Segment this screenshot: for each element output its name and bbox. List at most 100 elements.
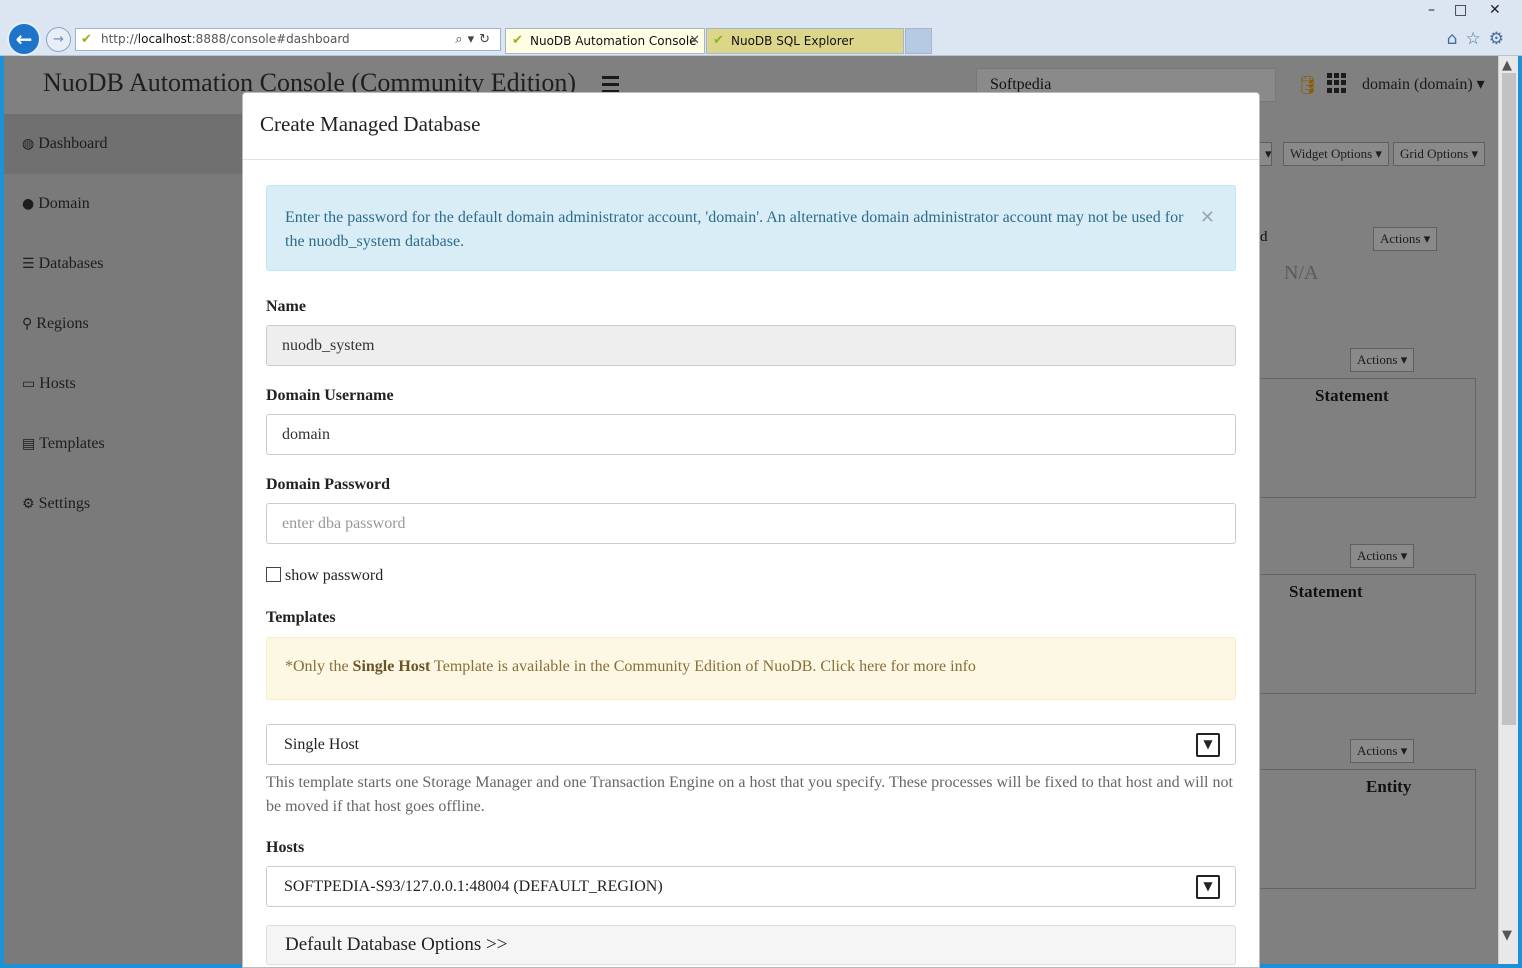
sidebar-item-templates[interactable]: ▤ Templates: [4, 414, 242, 474]
sidebar-item-domain[interactable]: ● Domain: [4, 174, 242, 234]
chevron-down-icon[interactable]: ▼: [1196, 733, 1220, 757]
column-header-statement: Statement: [1315, 386, 1389, 405]
star-icon[interactable]: ☆: [1466, 29, 1489, 49]
show-password-checkbox[interactable]: show password: [266, 567, 383, 585]
actions-button[interactable]: Actions ▾: [1373, 227, 1438, 251]
name-label: Name: [266, 298, 306, 315]
hosts-label: Hosts: [266, 839, 305, 856]
user-menu[interactable]: domain (domain) ▾: [1362, 74, 1485, 94]
sidebar-item-label: Regions: [36, 315, 89, 332]
home-icon[interactable]: ⌂: [1447, 29, 1466, 49]
back-button[interactable]: ←: [7, 22, 41, 56]
column-header-statement: Statement: [1289, 582, 1363, 601]
accordion-label: Default Database Options >>: [285, 934, 508, 955]
tab-automation-console[interactable]: ✔ NuoDB Automation Console ✕: [505, 28, 705, 54]
hidden-dropdown-button[interactable]: ▾: [1258, 142, 1272, 166]
maximize-icon[interactable]: □: [1454, 2, 1467, 18]
user-menu-label: domain (domain): [1362, 76, 1473, 93]
name-field: nuodb_system: [266, 325, 1236, 366]
sidebar-item-dashboard[interactable]: ◍ Dashboard: [4, 114, 242, 174]
close-tab-icon[interactable]: ✕: [689, 29, 700, 53]
info-alert-text: Enter the password for the default domai…: [285, 209, 1184, 250]
password-label: Domain Password: [266, 476, 391, 493]
template-help-text: This template starts one Storage Manager…: [266, 774, 1233, 815]
grid-options-label: Grid Options: [1400, 146, 1469, 161]
hosts-selected: SOFTPEDIA-S93/127.0.0.1:48004 (DEFAULT_R…: [284, 878, 663, 895]
password-field[interactable]: enter dba password: [266, 503, 1236, 544]
address-tools[interactable]: ⌕▾↻: [455, 29, 495, 50]
widget-options-label: Widget Options: [1290, 146, 1373, 161]
templates-label: Templates: [266, 609, 336, 626]
scrollbar-thumb[interactable]: [1502, 73, 1516, 725]
apps-grid-icon[interactable]: [1327, 73, 1347, 93]
warn-prefix: *Only the: [285, 658, 353, 675]
create-database-modal: Create Managed Database Enter the passwo…: [242, 92, 1260, 968]
default-options-toggle[interactable]: Default Database Options >>: [266, 925, 1236, 965]
close-window-icon[interactable]: ✕: [1489, 2, 1501, 18]
scroll-down-icon[interactable]: ▼: [1502, 928, 1512, 943]
actions-label: Actions: [1357, 743, 1398, 758]
url-rest: :8888/console#dashboard: [191, 32, 350, 46]
template-selected: Single Host: [284, 736, 360, 753]
widget-options-button[interactable]: Widget Options ▾: [1283, 142, 1389, 166]
actions-label: Actions: [1380, 231, 1421, 246]
sidebar-item-hosts[interactable]: ▭ Hosts: [4, 354, 242, 414]
database-icon[interactable]: 🛢: [1296, 75, 1319, 96]
favicon-icon: ✔: [512, 33, 523, 48]
monitor-icon: ▭: [22, 376, 36, 392]
info-alert: Enter the password for the default domai…: [266, 185, 1236, 271]
sidebar-item-label: Dashboard: [38, 135, 108, 152]
modal-title: Create Managed Database: [260, 112, 481, 136]
database-icon: ☰: [22, 256, 35, 272]
sidebar-item-settings[interactable]: ⚙ Settings: [4, 474, 242, 534]
grid-options-button[interactable]: Grid Options ▾: [1393, 142, 1486, 166]
sidebar-item-label: Templates: [39, 435, 105, 452]
favicon-icon: ✔: [81, 32, 92, 47]
gear-icon[interactable]: ⚙: [1489, 29, 1512, 49]
column-header-entity: Entity: [1366, 777, 1412, 796]
tab-title: NuoDB Automation Console: [530, 34, 697, 48]
url-prefix: http://: [101, 32, 138, 46]
warn-suffix: Template is available in the Community E…: [430, 658, 976, 675]
toolbar-icons: ⌂☆⚙: [1447, 29, 1512, 49]
address-bar[interactable]: ✔ http://localhost:8888/console#dashboar…: [75, 28, 501, 51]
url-host: localhost: [137, 32, 192, 46]
actions-label: Actions: [1357, 352, 1398, 367]
tab-sql-explorer[interactable]: ✔ NuoDB SQL Explorer: [706, 28, 904, 54]
sidebar-item-label: Settings: [38, 495, 91, 512]
dashboard-icon: ◍: [22, 136, 35, 152]
na-value: N/A: [1284, 262, 1319, 284]
forward-button[interactable]: →: [46, 27, 71, 52]
file-icon: ▤: [22, 436, 36, 452]
scroll-up-icon[interactable]: ▲: [1502, 58, 1512, 73]
sidebar: ◍ Dashboard ● Domain ☰ Databases ⚲ Regions ▭…: [4, 114, 242, 964]
page-scrollbar[interactable]: ▲ ▼: [1498, 56, 1518, 964]
checkbox-box[interactable]: [266, 567, 281, 582]
username-label: Domain Username: [266, 387, 394, 404]
close-icon[interactable]: ✕: [1200, 206, 1215, 230]
favicon-icon: ✔: [713, 33, 724, 48]
sidebar-item-label: Databases: [38, 255, 104, 272]
template-select[interactable]: Single Host ▼: [266, 724, 1236, 765]
widget-header-fragment: d: [1260, 229, 1268, 245]
modal-header: Create Managed Database: [243, 93, 1259, 160]
actions-button[interactable]: Actions ▾: [1350, 544, 1415, 568]
hosts-select[interactable]: SOFTPEDIA-S93/127.0.0.1:48004 (DEFAULT_R…: [266, 866, 1236, 907]
actions-button[interactable]: Actions ▾: [1350, 739, 1415, 763]
username-field[interactable]: domain: [266, 414, 1236, 455]
sidebar-item-databases[interactable]: ☰ Databases: [4, 234, 242, 294]
show-password-label: show password: [285, 567, 384, 584]
map-marker-icon: ⚲: [22, 316, 33, 332]
minimize-icon[interactable]: –: [1428, 2, 1435, 18]
sidebar-item-regions[interactable]: ⚲ Regions: [4, 294, 242, 354]
browser-chrome: ← → ✔ http://localhost:8888/console#dash…: [0, 0, 1522, 56]
community-edition-alert[interactable]: *Only the Single Host Template is availa…: [266, 637, 1236, 700]
new-tab-button[interactable]: [905, 28, 932, 54]
gear-icon: ⚙: [22, 496, 35, 512]
chevron-down-icon[interactable]: ▼: [1196, 875, 1220, 899]
globe-icon: ●: [22, 196, 35, 212]
sidebar-item-label: Domain: [38, 195, 90, 212]
sidebar-item-label: Hosts: [39, 375, 76, 392]
tab-title: NuoDB SQL Explorer: [731, 34, 854, 48]
actions-button[interactable]: Actions ▾: [1350, 348, 1415, 372]
